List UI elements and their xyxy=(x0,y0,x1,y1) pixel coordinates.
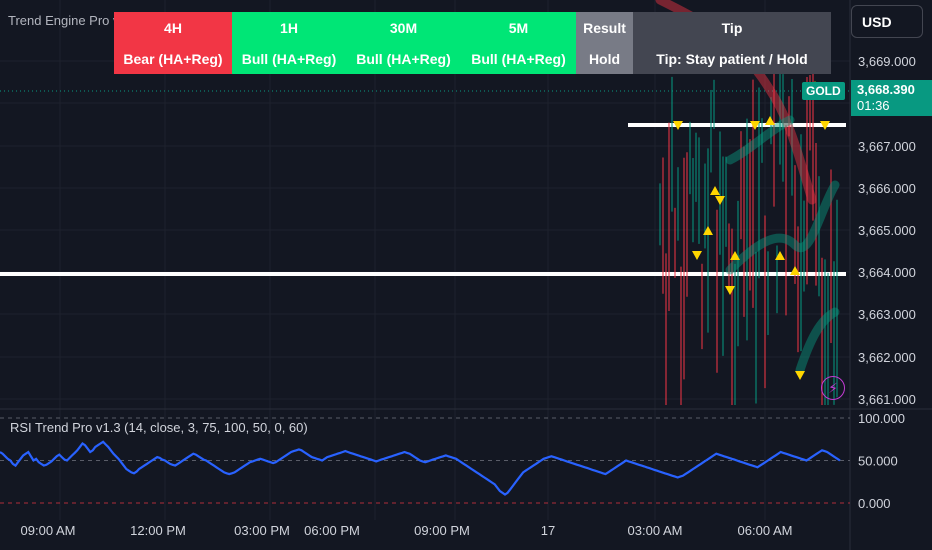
trend-table-status: Tip: Stay patient / Hold xyxy=(633,43,831,74)
trend-table-timeframe: Tip xyxy=(633,12,831,43)
trend-table-timeframe: 4H xyxy=(114,12,232,43)
current-price-tag: 3,668.390 01:36 xyxy=(851,80,932,116)
trend-table-status: Bear (HA+Reg) xyxy=(114,43,232,74)
time-axis-label: 03:00 PM xyxy=(234,523,290,538)
symbol-tag: GOLD xyxy=(802,82,845,100)
trend-table-status: Hold xyxy=(576,43,633,74)
time-axis-label: 09:00 PM xyxy=(414,523,470,538)
time-axis-label: 17 xyxy=(541,523,555,538)
bar-countdown: 01:36 xyxy=(857,98,890,113)
price-axis-label: 3,665.000 xyxy=(858,223,916,238)
trend-table-timeframe: 5M xyxy=(461,12,576,43)
price-axis-label: 3,663.000 xyxy=(858,307,916,322)
down-arrow-marker xyxy=(725,286,735,295)
trend-table-timeframe: 1H xyxy=(232,12,346,43)
time-axis-label: 03:00 AM xyxy=(628,523,683,538)
trend-table-header-row: 4H 1H 30M 5M Result Tip xyxy=(114,12,831,43)
rsi-axis-label: 50.000 xyxy=(858,454,898,469)
rsi-indicator-title: RSI Trend Pro v1.3 (14, close, 3, 75, 10… xyxy=(10,420,308,435)
rsi-line xyxy=(0,440,841,496)
down-arrow-marker xyxy=(692,251,702,260)
price-axis-label: 3,669.000 xyxy=(858,54,916,69)
currency-button[interactable]: USD xyxy=(851,5,923,38)
time-axis-label: 12:00 PM xyxy=(130,523,186,538)
lightning-icon[interactable]: ⚡ xyxy=(821,376,845,400)
up-arrow-marker xyxy=(710,186,720,195)
down-arrow-marker xyxy=(795,371,805,380)
trend-table-status: Bull (HA+Reg) xyxy=(232,43,346,74)
currency-label: USD xyxy=(862,13,892,30)
chart-canvas[interactable]: 3,669.000 3,667.000 3,666.000 3,665.000 3,66… xyxy=(0,0,932,550)
rsi-axis-label: 100.000 xyxy=(858,411,905,426)
trend-table-status: Bull (HA+Reg) xyxy=(346,43,461,74)
current-price: 3,668.390 xyxy=(857,82,915,97)
price-axis-label: 3,662.000 xyxy=(858,350,916,365)
time-axis-label: 09:00 AM xyxy=(21,523,76,538)
trend-table-status: Bull (HA+Reg) xyxy=(461,43,576,74)
time-axis-label: 06:00 PM xyxy=(304,523,360,538)
price-axis-label: 3,661.000 xyxy=(858,392,916,407)
trend-table: 4H 1H 30M 5M Result Tip Bear (HA+Reg) Bu… xyxy=(114,12,831,74)
trend-table-status-row: Bear (HA+Reg) Bull (HA+Reg) Bull (HA+Reg… xyxy=(114,43,831,74)
time-axis-label: 06:00 AM xyxy=(738,523,793,538)
moving-average-line xyxy=(795,307,840,375)
trend-table-timeframe: Result xyxy=(576,12,633,43)
rsi-axis-label: 0.000 xyxy=(858,496,891,511)
price-axis-label: 3,664.000 xyxy=(858,265,916,280)
trend-table-timeframe: 30M xyxy=(346,12,461,43)
price-axis-label: 3,666.000 xyxy=(858,181,916,196)
price-axis-label: 3,667.000 xyxy=(858,139,916,154)
